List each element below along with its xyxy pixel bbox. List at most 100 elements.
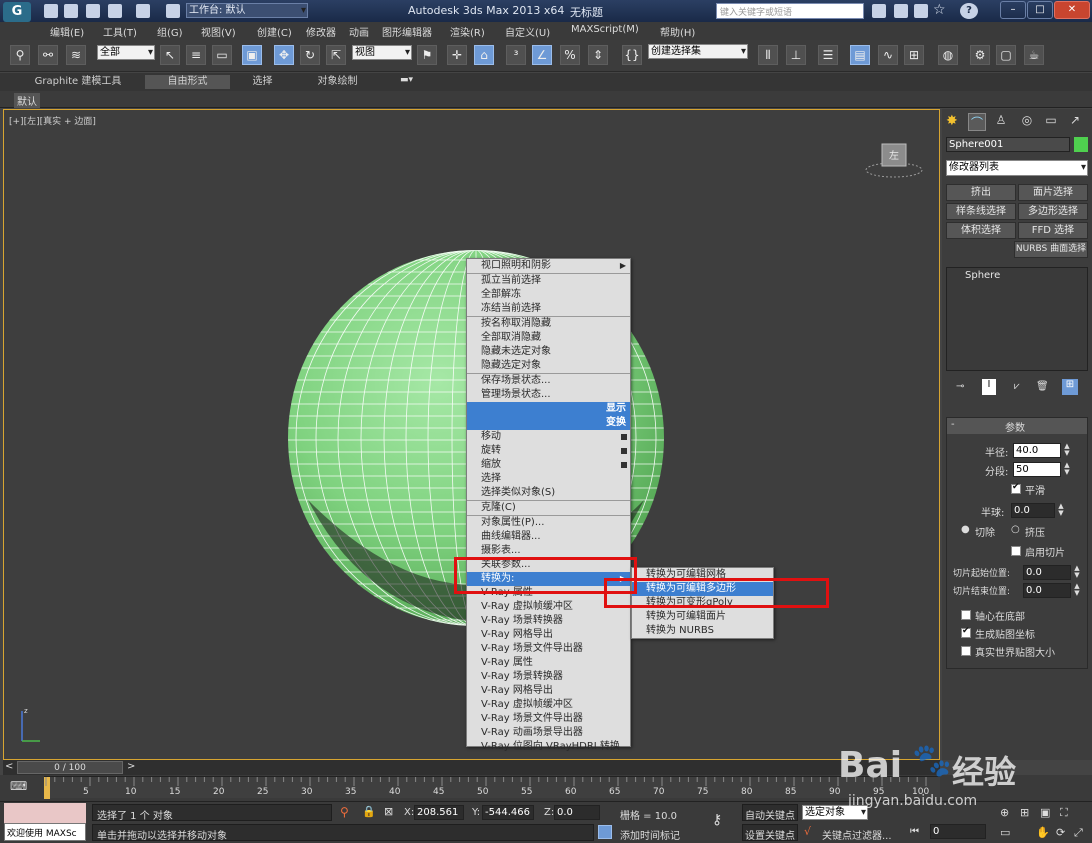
context-menu-item[interactable]: V-Ray 场景文件导出器: [467, 642, 630, 656]
snap-toggle-icon[interactable]: ³: [506, 45, 526, 65]
undo-icon[interactable]: [108, 4, 122, 18]
mini-curve-editor-icon[interactable]: ⌨: [10, 779, 27, 793]
align-icon[interactable]: ⊥: [786, 45, 806, 65]
keyboard-shortcut-icon[interactable]: ⌂: [474, 45, 494, 65]
graphite-toggle-icon[interactable]: ▤: [850, 45, 870, 65]
chop-radio[interactable]: ●: [961, 524, 970, 535]
search-input[interactable]: 键入关键字或短语: [716, 3, 864, 19]
time-prev-icon[interactable]: <: [5, 761, 13, 772]
context-menu-item[interactable]: V-Ray 场景转换器: [467, 670, 630, 684]
hemisphere-input[interactable]: 0.0: [1011, 503, 1055, 518]
context-menu-item[interactable]: 显示: [467, 402, 630, 416]
create-tab-icon[interactable]: ✸: [946, 113, 964, 131]
bind-spacewarp-icon[interactable]: ≋: [66, 45, 86, 65]
material-editor-icon[interactable]: ◍: [938, 45, 958, 65]
rect-selection-icon[interactable]: ▭: [212, 45, 232, 65]
object-color-swatch[interactable]: [1074, 137, 1088, 152]
angle-snap-icon[interactable]: ∠: [532, 45, 552, 65]
close-button[interactable]: ✕: [1054, 1, 1090, 19]
segments-input[interactable]: 50: [1013, 462, 1061, 477]
options-box-icon[interactable]: [621, 434, 627, 440]
context-menu-item[interactable]: 管理场景状态...: [467, 388, 630, 402]
context-menu-item[interactable]: 隐藏未选定对象: [467, 345, 630, 359]
x-coordinate-field[interactable]: 208.561: [414, 805, 464, 820]
redo-icon[interactable]: [136, 4, 150, 18]
menu-tools[interactable]: 工具(T): [103, 24, 137, 39]
submenu-item[interactable]: 转换为 NURBS: [632, 624, 773, 638]
display-tab-icon[interactable]: ▭: [1042, 113, 1060, 131]
named-selection-set-dropdown[interactable]: 创建选择集: [648, 44, 748, 59]
menu-views[interactable]: 视图(V): [201, 24, 236, 39]
curve-editor-icon[interactable]: ∿: [878, 45, 898, 65]
viewport-label[interactable]: [+][左][真实 + 边面]: [9, 114, 96, 127]
context-menu-item[interactable]: V-Ray 网格导出: [467, 684, 630, 698]
tab-selection[interactable]: 选择: [235, 75, 290, 89]
patch-select-button[interactable]: 面片选择: [1018, 184, 1088, 201]
context-menu-item[interactable]: 视口照明和阴影 ▶: [467, 259, 630, 273]
rendered-frame-icon[interactable]: ▢: [996, 45, 1016, 65]
context-menu-item[interactable]: 克隆(C): [467, 500, 630, 515]
binoculars-icon[interactable]: [872, 4, 886, 18]
make-unique-icon[interactable]: ⩗: [1014, 381, 1020, 392]
context-menu-item[interactable]: 保存场景状态...: [467, 373, 630, 388]
vol-select-button[interactable]: 体积选择: [946, 222, 1016, 239]
percent-snap-icon[interactable]: %: [560, 45, 580, 65]
tools-icon[interactable]: [894, 4, 908, 18]
modifier-list-dropdown[interactable]: 修改器列表: [946, 160, 1088, 176]
select-scale-icon[interactable]: ⇱: [326, 45, 346, 65]
pan-icon[interactable]: ✋: [1036, 826, 1050, 839]
context-menu-item[interactable]: V-Ray 场景文件导出器: [467, 712, 630, 726]
context-menu-item[interactable]: V-Ray 位图向 VRayHDRI 转换: [467, 740, 630, 754]
menu-maxscript[interactable]: MAXScript(M): [571, 24, 639, 35]
segments-spinner[interactable]: ▲ ▼: [1063, 462, 1071, 477]
spline-select-button[interactable]: 样条线选择: [946, 203, 1016, 220]
viewcube-face-label[interactable]: 左: [889, 149, 899, 162]
time-next-icon[interactable]: >: [127, 761, 135, 772]
nurbs-surface-select-button[interactable]: NURBS 曲面选择: [1014, 241, 1088, 258]
app-logo-icon[interactable]: G: [3, 2, 31, 22]
slice-to-spinner[interactable]: ▲ ▼: [1073, 583, 1081, 598]
menu-customize[interactable]: 自定义(U): [505, 24, 550, 39]
auto-key-button[interactable]: 自动关键点: [742, 804, 798, 822]
track-bar-ruler[interactable]: 5 10 15 20 25 30 35 40 45 50 55 60 65 70…: [44, 776, 940, 799]
context-menu-item[interactable]: 选择类似对象(S): [467, 486, 630, 500]
edit-named-selection-icon[interactable]: {}: [622, 45, 642, 65]
add-time-tag-button[interactable]: 添加时间标记: [620, 827, 680, 842]
menu-animation[interactable]: 动画: [349, 24, 369, 39]
pivot-center-icon[interactable]: ⚑: [417, 45, 437, 65]
rollout-header[interactable]: - 参数: [947, 418, 1087, 434]
context-menu-item[interactable]: 全部取消隐藏: [467, 331, 630, 345]
extrude-button[interactable]: 挤出: [946, 184, 1016, 201]
ffd-select-button[interactable]: FFD 选择: [1018, 222, 1088, 239]
ribbon-default-label[interactable]: 默认: [14, 93, 40, 108]
show-end-result-icon[interactable]: I: [982, 379, 996, 395]
schematic-view-icon[interactable]: ⊞: [904, 45, 924, 65]
time-slider-thumb[interactable]: 0 / 100: [17, 761, 123, 774]
key-filters-button[interactable]: 关键点过滤器...: [822, 827, 892, 842]
context-menu-item[interactable]: V-Ray 网格导出: [467, 628, 630, 642]
radius-spinner[interactable]: ▲ ▼: [1063, 443, 1071, 458]
menu-group[interactable]: 组(G): [157, 24, 183, 39]
context-menu-item[interactable]: V-Ray 场景转换器: [467, 614, 630, 628]
favorites-icon[interactable]: ☆: [933, 2, 946, 18]
viewcube[interactable]: 左: [864, 140, 924, 180]
spinner-snap-icon[interactable]: ⇕: [588, 45, 608, 65]
tab-graphite[interactable]: Graphite 建模工具: [18, 75, 138, 89]
menu-graph-editors[interactable]: 图形编辑器: [382, 24, 432, 39]
context-menu-item[interactable]: V-Ray 属性: [467, 656, 630, 670]
hemisphere-spinner[interactable]: ▲ ▼: [1057, 503, 1065, 518]
modifier-stack[interactable]: Sphere: [946, 267, 1088, 371]
slice-on-checkbox[interactable]: [1011, 546, 1021, 556]
selection-lock-icon[interactable]: 🔒: [362, 805, 376, 818]
utilities-tab-icon[interactable]: ↗: [1066, 113, 1084, 131]
poly-select-button[interactable]: 多边形选择: [1018, 203, 1088, 220]
select-object-icon[interactable]: ↖: [160, 45, 180, 65]
new-file-icon[interactable]: [44, 4, 58, 18]
context-menu-item[interactable]: 移动: [467, 430, 630, 444]
ribbon-options-icon[interactable]: ▬▾: [400, 75, 418, 87]
context-menu-item[interactable]: 曲线编辑器...: [467, 530, 630, 544]
workspace-dropdown[interactable]: 工作台: 默认: [186, 3, 308, 18]
z-coordinate-field[interactable]: 0.0: [554, 805, 600, 820]
go-to-start-icon[interactable]: ⏮: [910, 826, 919, 837]
context-menu-item[interactable]: 变换: [467, 416, 630, 430]
